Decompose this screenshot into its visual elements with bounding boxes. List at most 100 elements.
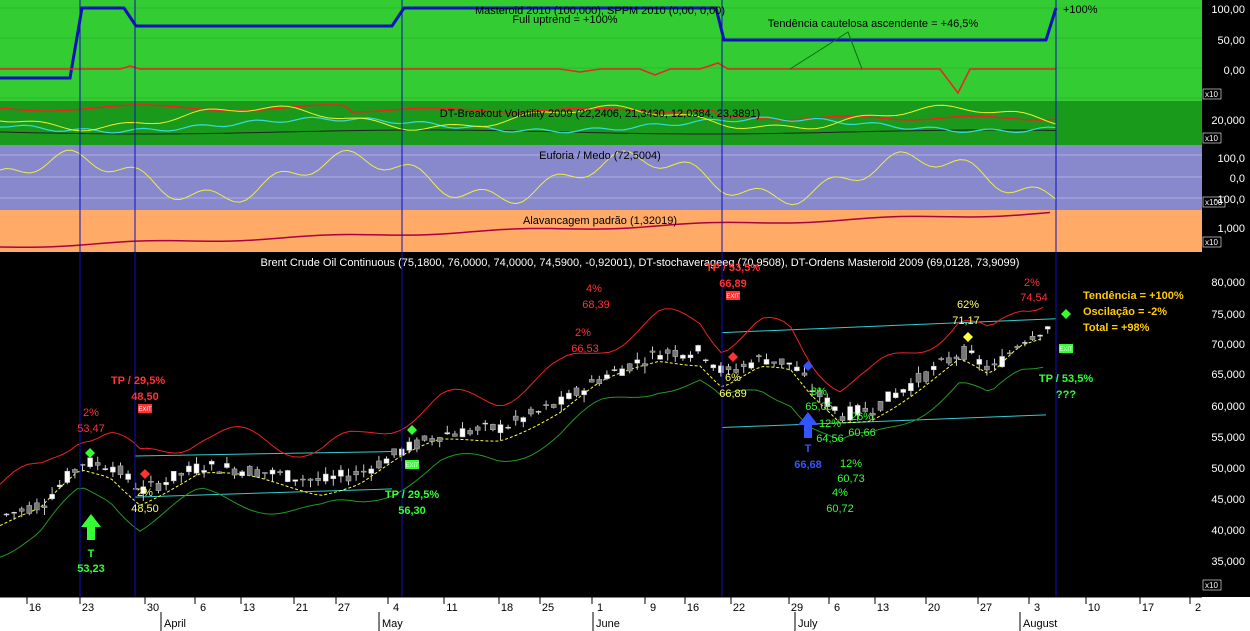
candle-body	[474, 426, 481, 431]
x-day-label: 4	[393, 602, 399, 614]
candle-body	[391, 448, 397, 456]
candle-body	[710, 364, 717, 369]
x-month-label: May	[382, 618, 403, 630]
x-day-label: 27	[980, 602, 992, 614]
candle-body	[611, 369, 618, 371]
x-day-label: 9	[650, 602, 656, 614]
trading-chart-window: Masteroid 2010 (100,000), SPPM 2010 (0,0…	[0, 0, 1250, 631]
p2-tick: 20,000	[1211, 115, 1245, 127]
summary-oscilacao: Oscilação = -2%	[1083, 306, 1167, 318]
candle-body	[528, 408, 534, 415]
candle-body	[877, 401, 884, 411]
x-day-label: 18	[501, 602, 513, 614]
candle-body	[102, 468, 109, 471]
candle-body	[307, 478, 314, 481]
candle-body	[360, 470, 367, 473]
candle-body	[786, 362, 793, 365]
candle-body	[672, 350, 679, 357]
candle-body	[315, 478, 321, 481]
candle-body	[923, 371, 929, 382]
chart-canvas[interactable]: Masteroid 2010 (100,000), SPPM 2010 (0,0…	[0, 0, 1250, 631]
candle-body	[642, 363, 648, 367]
candle-body	[338, 469, 344, 477]
p3-scale: x100	[1205, 198, 1223, 207]
exit-badge-text: EXIT	[138, 407, 152, 413]
candle-body	[581, 390, 587, 396]
candle-body	[79, 464, 86, 466]
p1-tick-50: 50,00	[1217, 35, 1245, 47]
candle-body	[490, 424, 496, 430]
candle-body	[999, 356, 1005, 368]
ann-a7: 2%	[137, 487, 153, 499]
x-month-label: August	[1023, 618, 1057, 630]
candle-body	[421, 435, 428, 441]
candle-body	[41, 505, 48, 508]
candle-body	[566, 392, 572, 400]
candle-body	[49, 494, 55, 500]
price-tick-45: 45,000	[1211, 494, 1245, 506]
candle-body	[976, 359, 983, 365]
candle-body	[482, 422, 489, 425]
ann-a27: 12%	[840, 458, 862, 470]
candle-body	[292, 479, 299, 482]
candle-body	[117, 465, 124, 475]
candle-body	[429, 438, 435, 442]
candle-body	[163, 482, 169, 486]
candle-body	[946, 357, 952, 364]
price-tick-65: 65,000	[1211, 369, 1245, 381]
price-tick-40: 40,000	[1211, 525, 1245, 537]
ann-a18: 66,89	[719, 388, 747, 400]
x-day-label: 20	[928, 602, 940, 614]
candle-body	[224, 463, 230, 468]
x-day-label: 22	[733, 602, 745, 614]
candle-body	[535, 411, 542, 413]
candle-body	[1044, 326, 1051, 330]
candle-body	[56, 484, 63, 488]
candle-body	[778, 358, 785, 365]
candle-body	[938, 358, 945, 360]
price-scale: x10	[1205, 581, 1218, 590]
candle-body	[414, 439, 420, 450]
p1-tick-100: 100,00	[1211, 4, 1245, 16]
candle-body	[231, 468, 238, 476]
price-tick-60: 60,000	[1211, 401, 1245, 413]
candle-body	[930, 365, 937, 370]
candle-body	[953, 356, 960, 360]
candle-body	[277, 471, 283, 473]
candle-body	[740, 363, 747, 367]
candle-body	[467, 430, 473, 435]
candle-body	[216, 471, 223, 474]
ann-a36: ???	[1056, 389, 1076, 401]
ann-a34: 71,17	[952, 315, 980, 327]
ann-a5: TP / 29,5%	[111, 375, 165, 387]
ann-a22: 64,56	[816, 433, 844, 445]
summary-tendencia: Tendência = +100%	[1083, 290, 1184, 302]
candle-body	[452, 433, 458, 437]
ann-a8: 48,50	[131, 503, 159, 515]
candle-body	[1029, 336, 1036, 340]
candle-body	[208, 461, 215, 465]
summary-total: Total = +98%	[1083, 322, 1150, 334]
x-month-label: June	[596, 618, 620, 630]
candle-body	[908, 383, 914, 392]
candle-body	[18, 508, 25, 512]
x-month-label: July	[798, 618, 818, 630]
candle-body	[961, 346, 967, 360]
candle-body	[322, 473, 329, 482]
price-tick-80: 80,000	[1211, 277, 1245, 289]
euforia-medo-title: Euforia / Medo (72,5004)	[539, 150, 661, 162]
full-uptrend-label: Full uptrend = +100%	[512, 14, 617, 26]
p1-scale: x10	[1205, 90, 1218, 99]
ann-a1: 2%	[83, 407, 99, 419]
candle-body	[1014, 346, 1021, 349]
ann-a25: 26%	[851, 411, 873, 423]
candle-body	[376, 460, 382, 469]
ann-a15: TP / 53,5%	[706, 262, 760, 274]
candle-body	[1022, 342, 1028, 344]
x-day-label: 3	[1034, 602, 1040, 614]
x-day-label: 6	[200, 602, 206, 614]
candle-body	[657, 355, 663, 360]
candle-body	[718, 365, 724, 373]
candle-body	[505, 426, 511, 429]
breakout-volatility-title: DT-Breakout Volatility 2009 (22,2406, 21…	[440, 108, 760, 120]
